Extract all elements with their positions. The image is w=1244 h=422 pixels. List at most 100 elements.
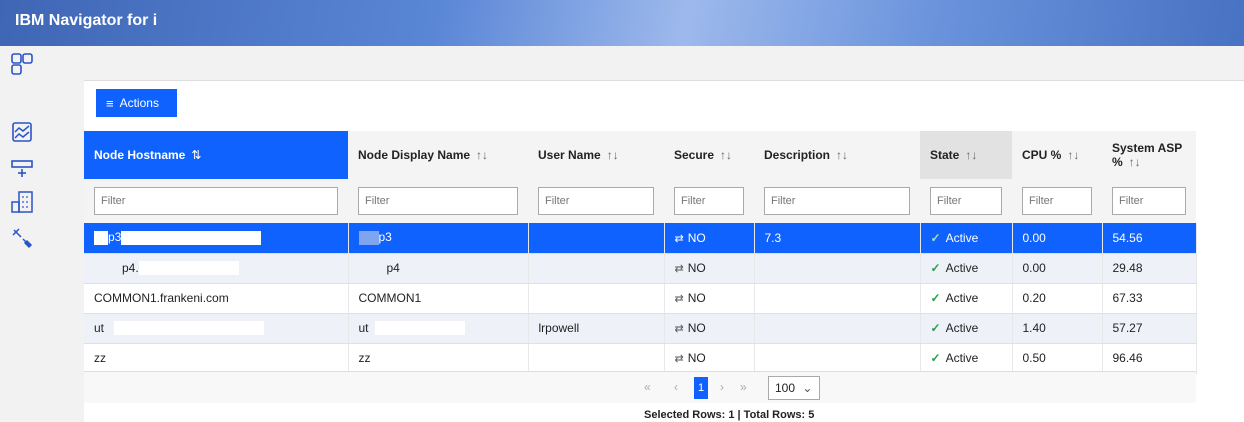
filter-node-hostname[interactable] — [94, 187, 338, 215]
app-title-bar: IBM Navigator for i — [0, 0, 1244, 46]
status-text: Selected Rows: 1 | Total Rows: 5 — [644, 409, 815, 421]
cell-cpu: 1.40 — [1012, 313, 1103, 344]
cell-system-asp: 67.33 — [1102, 283, 1197, 314]
cell-cpu: 0.50 — [1012, 343, 1103, 374]
table-row[interactable]: p3 p3 ⇄ NO 7.3 ✓ Active 0.00 54.56 — [84, 223, 1197, 254]
column-header-cpu[interactable]: CPU % ↑↓ — [1012, 131, 1102, 179]
column-header-description[interactable]: Description ↑↓ — [754, 131, 920, 179]
cell-display-name: p4 — [348, 253, 529, 284]
sort-icon[interactable]: ↑↓ — [1129, 155, 1141, 169]
cell-state: ✓ Active — [920, 223, 1013, 254]
main-content: ≡ Actions Node Hostname ⇅ Node Display Na… — [84, 80, 1244, 422]
cell-state: ✓ Active — [920, 313, 1013, 344]
monitor-icon[interactable] — [10, 120, 34, 144]
cell-cpu: 0.20 — [1012, 283, 1103, 314]
table-row[interactable]: p4. p4 ⇄ NO ✓ Active 0.00 29.48 — [84, 253, 1197, 284]
cell-user-name — [528, 283, 665, 314]
cell-cpu: 0.00 — [1012, 253, 1103, 284]
cell-hostname: zz — [84, 343, 349, 374]
building-icon[interactable] — [10, 190, 34, 214]
connection-icon: ⇄ — [674, 353, 684, 365]
pagination: « ‹ 1 › » 100 ⌄ — [84, 371, 1196, 403]
checkmark-icon: ✓ — [930, 321, 941, 335]
sort-icon[interactable]: ↑↓ — [836, 148, 848, 162]
table-row[interactable]: ut ut lrpowell ⇄ NO ✓ Active 1.40 57.27 — [84, 313, 1197, 344]
cell-cpu: 0.00 — [1012, 223, 1103, 254]
cell-display-name: COMMON1 — [348, 283, 529, 314]
page-size-select[interactable]: 100 ⌄ — [768, 376, 820, 400]
cell-secure: ⇄ NO — [664, 343, 755, 374]
column-header-system-asp[interactable]: System ASP % ↑↓ — [1102, 131, 1196, 179]
current-page-button[interactable]: 1 — [694, 377, 708, 399]
cell-description — [754, 343, 921, 374]
cell-user-name: lrpowell — [528, 313, 665, 344]
filter-secure[interactable] — [674, 187, 744, 215]
filter-row — [84, 179, 1196, 223]
checkmark-icon: ✓ — [930, 291, 941, 305]
nodes-table: Node Hostname ⇅ Node Display Name ↑↓ User … — [84, 131, 1197, 374]
sort-icon[interactable]: ↑↓ — [607, 148, 619, 162]
connection-icon: ⇄ — [674, 293, 684, 305]
cell-state: ✓ Active — [920, 253, 1013, 284]
filter-user-name[interactable] — [538, 187, 654, 215]
cell-state: ✓ Active — [920, 343, 1013, 374]
cell-user-name — [528, 343, 665, 374]
cell-secure: ⇄ NO — [664, 313, 755, 344]
cell-secure: ⇄ NO — [664, 283, 755, 314]
add-system-icon[interactable] — [10, 156, 34, 180]
table-row[interactable]: zz zz ⇄ NO ✓ Active 0.50 96.46 — [84, 343, 1197, 374]
cell-display-name: ut — [348, 313, 529, 344]
next-page-button[interactable]: › — [720, 380, 724, 394]
actions-button[interactable]: ≡ Actions — [96, 89, 177, 117]
cell-display-name: p3 — [348, 223, 529, 254]
sort-icon[interactable]: ↑↓ — [476, 148, 488, 162]
sort-icon[interactable]: ↑↓ — [1067, 148, 1079, 162]
filter-system-asp[interactable] — [1112, 187, 1186, 215]
cell-state: ✓ Active — [920, 283, 1013, 314]
header-row: Node Hostname ⇅ Node Display Name ↑↓ User … — [84, 131, 1196, 179]
sort-icon[interactable]: ⇅ — [191, 148, 201, 162]
cell-system-asp: 96.46 — [1102, 343, 1197, 374]
last-page-button[interactable]: » — [740, 380, 747, 394]
cell-description — [754, 253, 921, 284]
chevron-down-icon: ⌄ — [802, 381, 813, 395]
first-page-button[interactable]: « — [644, 380, 651, 394]
cell-secure: ⇄ NO — [664, 253, 755, 284]
cell-system-asp: 57.27 — [1102, 313, 1197, 344]
checkmark-icon: ✓ — [930, 230, 941, 245]
sort-icon[interactable]: ↑↓ — [720, 148, 732, 162]
filter-node-display-name[interactable] — [358, 187, 518, 215]
filter-state[interactable] — [930, 187, 1002, 215]
connection-icon: ⇄ — [674, 232, 684, 245]
menu-icon: ≡ — [106, 95, 114, 111]
filter-cpu[interactable] — [1022, 187, 1092, 215]
column-header-state[interactable]: State ↑↓ — [920, 131, 1012, 179]
prev-page-button[interactable]: ‹ — [674, 380, 678, 394]
left-nav — [0, 46, 55, 422]
cell-hostname: COMMON1.frankeni.com — [84, 283, 349, 314]
cell-description: 7.3 — [754, 223, 921, 254]
cell-hostname: p3 — [84, 223, 349, 254]
tools-icon[interactable] — [10, 226, 34, 250]
checkmark-icon: ✓ — [930, 351, 941, 365]
connection-icon: ⇄ — [674, 323, 684, 335]
cell-description — [754, 283, 921, 314]
cell-display-name: zz — [348, 343, 529, 374]
dashboard-icon[interactable] — [10, 52, 34, 76]
column-header-user-name[interactable]: User Name ↑↓ — [528, 131, 664, 179]
filter-description[interactable] — [764, 187, 910, 215]
cell-user-name — [528, 223, 665, 254]
actions-label: Actions — [119, 96, 159, 110]
cell-system-asp: 29.48 — [1102, 253, 1197, 284]
cell-hostname: p4. — [84, 253, 349, 284]
column-header-secure[interactable]: Secure ↑↓ — [664, 131, 754, 179]
table-row[interactable]: COMMON1.frankeni.com COMMON1 ⇄ NO ✓ Active… — [84, 283, 1197, 314]
column-header-node-hostname[interactable]: Node Hostname ⇅ — [84, 131, 348, 179]
column-header-node-display-name[interactable]: Node Display Name ↑↓ — [348, 131, 528, 179]
cell-hostname: ut — [84, 313, 349, 344]
sort-icon[interactable]: ↑↓ — [965, 148, 977, 162]
app-title: IBM Navigator for i — [15, 12, 158, 29]
cell-user-name — [528, 253, 665, 284]
connection-icon: ⇄ — [674, 263, 684, 275]
cell-system-asp: 54.56 — [1102, 223, 1197, 254]
